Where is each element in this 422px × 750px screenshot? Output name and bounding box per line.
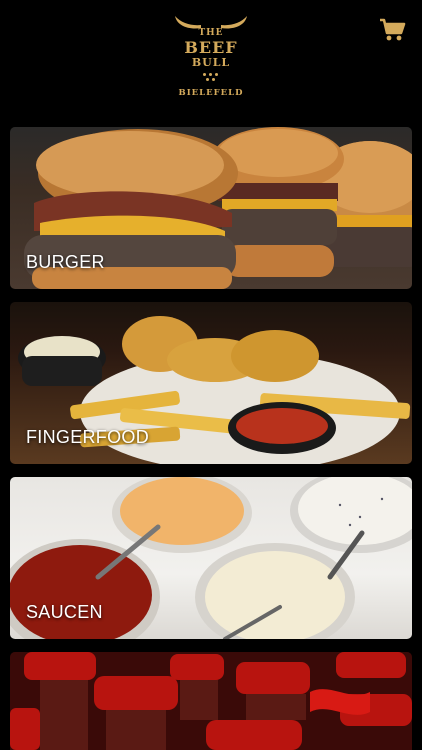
cola-bottles-image (10, 652, 412, 750)
shopping-cart-icon[interactable] (378, 16, 406, 44)
category-label-fingerfood: FINGERFOOD (26, 427, 149, 447)
category-tile-burger[interactable]: BURGER (10, 127, 412, 289)
category-tile-fingerfood[interactable]: FINGERFOOD (10, 302, 412, 464)
logo-dots (201, 72, 221, 84)
category-tile-getraenke[interactable] (10, 652, 412, 750)
logo-the-text: THE (198, 28, 224, 38)
logo-beef-text: BEEF (184, 38, 238, 57)
category-label-saucen: SAUCEN (26, 602, 103, 622)
logo-bull-text: BULL (191, 56, 231, 69)
logo-city-text: BIELEFELD (178, 88, 244, 98)
app-header: THE BEEF BULL BIELEFELD (0, 0, 422, 118)
the-beef-bull-logo: THE BEEF BULL BIELEFELD (161, 14, 261, 100)
category-tile-saucen[interactable]: SAUCEN (10, 477, 412, 639)
category-label-burger: BURGER (26, 252, 105, 272)
